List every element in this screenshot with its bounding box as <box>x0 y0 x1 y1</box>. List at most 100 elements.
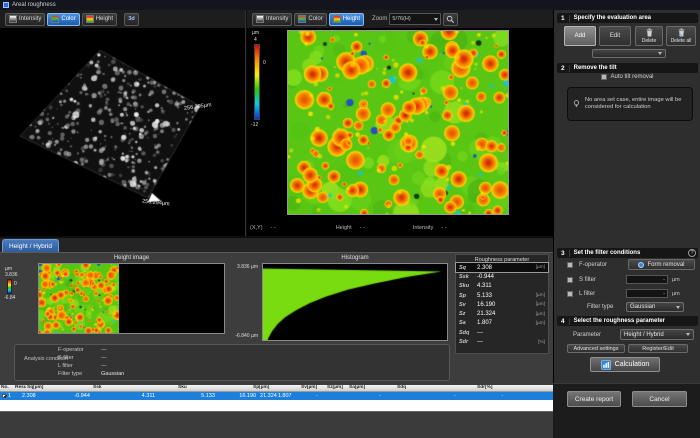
svg-text:ALL: ALL <box>678 33 684 37</box>
col-no: No. <box>0 385 14 391</box>
mini-colorbar-bottom-value: -6.84 <box>4 295 15 301</box>
chevron-down-icon <box>434 18 438 21</box>
surface-3d-view[interactable] <box>0 28 246 236</box>
roughness-row-sp[interactable]: Sp 5.133 [µm] <box>456 291 548 300</box>
parameter-label: Parameter <box>573 332 601 338</box>
section1-header: 1 Specify the evaluation area <box>557 13 698 23</box>
advanced-settings-button[interactable]: Advanced settings <box>567 344 625 353</box>
colorbar-bottom-value: -12 <box>251 122 258 128</box>
roughness-row-sdr[interactable]: Sdr --- [%] <box>456 337 548 346</box>
edit-area-button[interactable]: Edit <box>599 26 631 46</box>
form-removal-button[interactable]: Form removal <box>628 259 695 270</box>
mini-colorbar-zero-value: 0 <box>14 281 17 287</box>
status-intensity-value: - - <box>441 225 446 231</box>
add-area-button[interactable]: Add <box>564 26 596 46</box>
magnifier-icon <box>446 15 455 24</box>
height-image-view[interactable] <box>39 264 119 333</box>
magnifier-button[interactable] <box>443 13 458 26</box>
auto-tilt-row: Auto tilt removal <box>554 74 700 80</box>
histogram-min-label: -6.840 µm <box>212 333 258 339</box>
color-button[interactable]: Color <box>47 13 79 26</box>
cancel-button[interactable]: Cancel <box>632 391 687 407</box>
roughness-row-sku[interactable]: Sku 4.311 <box>456 282 548 291</box>
view-3d-icon[interactable]: 3d <box>124 13 139 26</box>
height-button[interactable]: Height <box>329 13 364 26</box>
cell-sp: 5.133 <box>200 393 238 399</box>
roughness-row-sv[interactable]: Sv 16.190 [µm] <box>456 300 548 309</box>
cell-s-filter: - <box>500 393 556 399</box>
condition-filter-type-value: Gaussian <box>101 371 124 377</box>
condition-l-filter-value: --- <box>101 363 107 369</box>
filter-type-select[interactable]: Gaussian <box>626 302 684 312</box>
col-sp: Sp[µm] <box>252 385 300 391</box>
status-xy-value: - - <box>271 225 276 231</box>
l-filter-unit: µm <box>672 291 680 297</box>
cell-sdq: - <box>315 393 378 399</box>
chevron-down-icon <box>658 52 662 55</box>
l-filter-checkbox[interactable] <box>567 291 573 297</box>
height-button[interactable]: Height <box>82 13 117 26</box>
intensity-button[interactable]: Intensity <box>5 13 45 26</box>
cursor-status-bar: (X,Y) - - Height - - Intensity - - <box>250 222 550 234</box>
cell-sa: 1.807 <box>277 393 315 399</box>
cell-f-operator: - <box>453 393 501 399</box>
roughness-row-ssk[interactable]: Ssk -0.944 <box>456 272 548 281</box>
zoom-value: 5/76(H) <box>392 16 410 22</box>
area-list-select[interactable] <box>592 49 666 58</box>
s-filter-label: S filter <box>579 277 596 283</box>
status-xy-label: (X,Y) <box>250 225 263 231</box>
auto-tilt-checkbox[interactable] <box>601 74 607 80</box>
app-icon <box>3 2 9 8</box>
delete-all-areas-button[interactable]: ALL Delete all <box>666 26 696 46</box>
result-row-selected[interactable]: 1 2.308 -0.944 4.311 5.133 16.190 21.324… <box>0 392 556 400</box>
condition-f-operator-label: F-operator <box>58 347 84 353</box>
mini-colorbar-top-value: 3.836 <box>5 272 18 278</box>
cell-sku: 4.311 <box>141 393 200 399</box>
col-sv: Sv[µm] <box>300 385 326 391</box>
title-bar: Areal roughness <box>0 0 700 10</box>
height-map-view[interactable] <box>287 30 509 215</box>
colorbar-zero-value: 0 <box>263 60 266 66</box>
roughness-row-sdq[interactable]: Sdq --- <box>456 328 548 337</box>
condition-l-filter-label: L filter <box>58 363 73 369</box>
l-filter-input[interactable] <box>626 289 668 298</box>
status-intensity-label: Intensity <box>413 225 433 231</box>
trash-all-icon: ALL <box>677 28 686 37</box>
row-checkbox[interactable] <box>2 394 6 398</box>
zoom-label: Zoom <box>372 16 387 22</box>
viewer-3d-toolbar: Intensity Color Height 3d <box>0 10 245 28</box>
roughness-row-sa[interactable]: Sa 1.807 [µm] <box>456 319 548 328</box>
parameter-select[interactable]: Height / Hybrid <box>620 329 694 340</box>
colorbar-top-value: 4 <box>254 37 257 43</box>
help-icon[interactable]: ? <box>688 249 696 257</box>
col-sq: Sq[µm] <box>26 385 92 391</box>
register-edit-button[interactable]: Register/Edit <box>628 344 688 353</box>
intensity-button[interactable]: Intensity <box>252 13 292 26</box>
height-colorbar <box>254 44 260 120</box>
parameter-value: Height / Hybrid <box>624 332 664 338</box>
tab-height-hybrid[interactable]: Height / Hybrid <box>2 239 59 252</box>
analysis-tab-row: Height / Hybrid <box>0 238 553 252</box>
s-filter-input[interactable] <box>626 275 668 284</box>
delete-area-button[interactable]: Delete <box>635 26 663 46</box>
s-filter-checkbox[interactable] <box>567 277 573 283</box>
col-sku: Sku <box>177 385 252 391</box>
cell-sv: 16.190 <box>238 393 259 399</box>
section3-header: 3 Set the filter conditions ? <box>557 248 698 258</box>
window-title: Areal roughness <box>12 2 56 8</box>
application-window: Areal roughness Intensity Color Height 3… <box>0 0 700 438</box>
zoom-select[interactable]: 5/76(H) <box>389 13 441 25</box>
histogram-title: Histogram <box>262 255 448 261</box>
create-report-button[interactable]: Create report <box>567 391 621 407</box>
height-image-box <box>38 263 225 334</box>
col-sa: Sa[µm] <box>348 385 396 391</box>
roughness-row-sz[interactable]: Sz 21.324 [µm] <box>456 309 548 318</box>
color-icon <box>298 15 306 23</box>
color-icon <box>51 15 59 23</box>
auto-tilt-label: Auto tilt removal <box>610 74 653 80</box>
f-operator-checkbox[interactable] <box>567 262 573 268</box>
roughness-row-sq[interactable]: Sq 2.308 [µm] <box>456 263 548 272</box>
calculation-button[interactable]: Calculation <box>590 357 660 372</box>
color-button[interactable]: Color <box>294 13 326 26</box>
col-sz: Sz[µm] <box>326 385 348 391</box>
